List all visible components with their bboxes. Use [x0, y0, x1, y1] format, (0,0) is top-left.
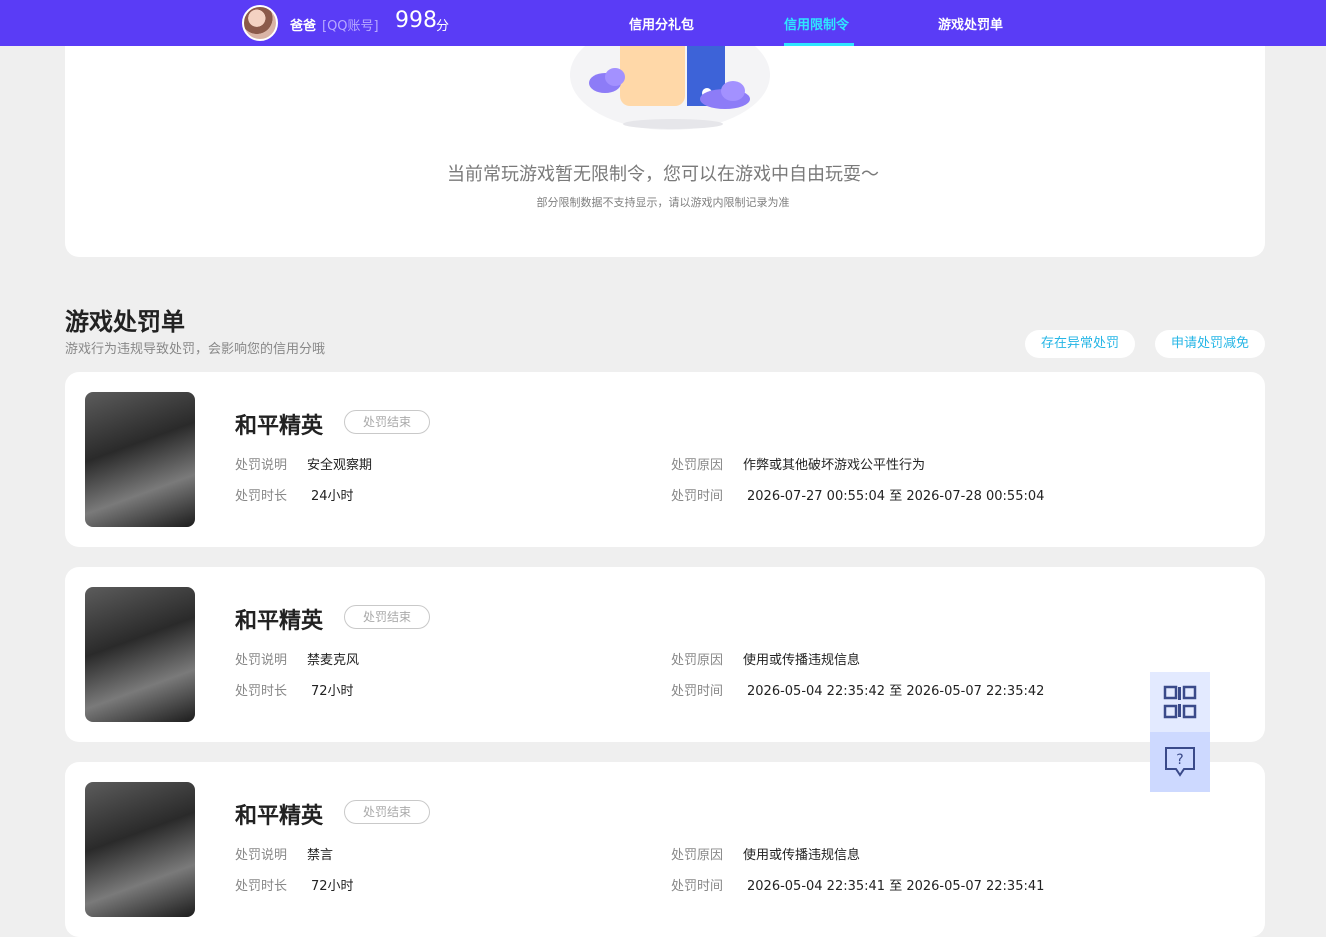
game-name: 和平精英	[235, 414, 324, 439]
game-thumbnail	[85, 392, 195, 527]
penalty-section-title: 游戏处罚单	[65, 308, 185, 336]
desc-label: 处罚说明	[235, 458, 288, 473]
game-thumbnail	[85, 587, 195, 722]
credit-score-unit: 分	[436, 19, 450, 34]
reason-label: 处罚原因	[671, 458, 724, 473]
desc-value: 安全观察期	[307, 458, 373, 473]
user-avatar[interactable]	[242, 5, 278, 41]
penalty-card: 和平精英 处罚结束 处罚说明 禁言 处罚原因 使用或传播违规信息 处罚时长 72…	[65, 762, 1265, 937]
reason-label: 处罚原因	[671, 653, 724, 668]
apply-penalty-reduction-button[interactable]: 申请处罚减免	[1155, 330, 1265, 358]
time-label: 处罚时间	[671, 489, 724, 504]
game-name: 和平精英	[235, 804, 324, 829]
desc-label: 处罚说明	[235, 653, 288, 668]
qr-code-icon	[1163, 685, 1197, 719]
penalty-card: 和平精英 处罚结束 处罚说明 安全观察期 处罚原因 作弊或其他破坏游戏公平性行为…	[65, 372, 1265, 547]
svg-text:?: ?	[1176, 752, 1183, 768]
tab-credit-restriction[interactable]: 信用限制令	[784, 14, 849, 33]
duration-value: 72小时	[311, 684, 354, 699]
time-value: 2026-05-04 22:35:42 至 2026-05-07 22:35:4…	[747, 684, 1045, 699]
time-value: 2026-05-04 22:35:41 至 2026-05-07 22:35:4…	[747, 879, 1045, 894]
time-value: 2026-07-27 00:55:04 至 2026-07-28 00:55:0…	[747, 489, 1045, 504]
game-name: 和平精英	[235, 609, 324, 634]
duration-value: 72小时	[311, 879, 354, 894]
time-label: 处罚时间	[671, 684, 724, 699]
status-badge: 处罚结束	[344, 605, 430, 629]
help-chat-icon: ?	[1165, 747, 1195, 777]
qr-code-button[interactable]	[1150, 672, 1210, 732]
desc-value: 禁言	[307, 848, 334, 863]
duration-label: 处罚时长	[235, 489, 288, 504]
status-badge: 处罚结束	[344, 800, 430, 824]
duration-label: 处罚时长	[235, 684, 288, 699]
desc-label: 处罚说明	[235, 848, 288, 863]
reason-value: 使用或传播违规信息	[743, 848, 861, 863]
game-thumbnail	[85, 782, 195, 917]
no-restriction-subtitle: 部分限制数据不支持显示，请以游戏内限制记录为准	[536, 196, 790, 209]
tab-credit-gift[interactable]: 信用分礼包	[629, 14, 694, 33]
desc-value: 禁麦克风	[307, 653, 360, 668]
tab-game-penalty[interactable]: 游戏处罚单	[938, 14, 1003, 33]
top-nav-bar: 爸爸 [QQ账号] 998 分 信用分礼包 信用限制令 游戏处罚单	[0, 0, 1326, 46]
no-restriction-title: 当前常玩游戏暂无限制令，您可以在游戏中自由玩耍～	[447, 164, 879, 185]
reason-value: 使用或传播违规信息	[743, 653, 861, 668]
status-badge: 处罚结束	[344, 410, 430, 434]
penalty-section-subtitle: 游戏行为违规导致处罚，会影响您的信用分哦	[65, 342, 326, 357]
duration-label: 处罚时长	[235, 879, 288, 894]
penalty-card: 和平精英 处罚结束 处罚说明 禁麦克风 处罚原因 使用或传播违规信息 处罚时长 …	[65, 567, 1265, 742]
reason-value: 作弊或其他破坏游戏公平性行为	[743, 458, 926, 473]
user-name: 爸爸	[290, 19, 317, 34]
help-button[interactable]: ?	[1150, 732, 1210, 792]
reason-label: 处罚原因	[671, 848, 724, 863]
credit-score-value: 998	[395, 8, 437, 33]
abnormal-penalty-button[interactable]: 存在异常处罚	[1025, 330, 1135, 358]
account-type-label: [QQ账号]	[322, 19, 379, 34]
duration-value: 24小时	[311, 489, 354, 504]
active-tab-indicator	[784, 43, 854, 46]
time-label: 处罚时间	[671, 879, 724, 894]
